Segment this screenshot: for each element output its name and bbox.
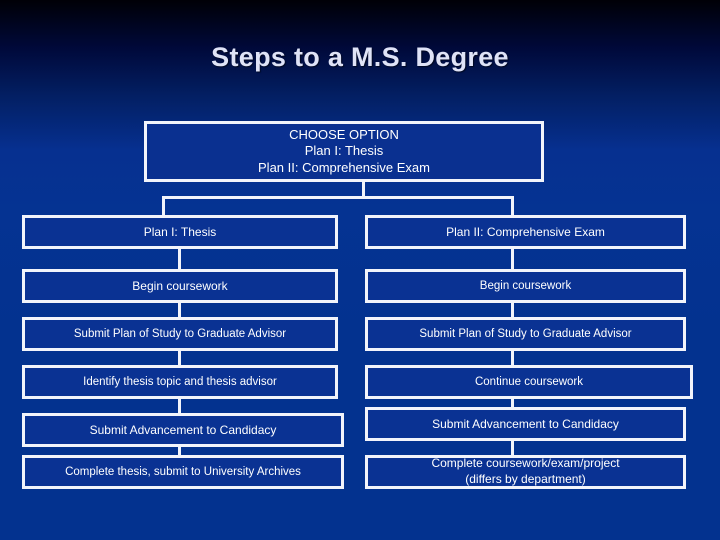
- flowchart-node-label: Complete thesis, submit to University Ar…: [65, 465, 301, 478]
- flowchart-node-plan1-step-3[interactable]: Identify thesis topic and thesis advisor: [22, 365, 338, 399]
- connector-right-1: [511, 249, 514, 269]
- flowchart-node-plan1-step-5[interactable]: Complete thesis, submit to University Ar…: [22, 455, 344, 489]
- flowchart-node-label: Submit Plan of Study to Graduate Advisor: [73, 327, 287, 340]
- flowchart-node-label: Submit Advancement to Candidacy: [432, 416, 619, 431]
- flowchart-node-label: CHOOSE OPTION Plan I: Thesis Plan II: Co…: [258, 127, 430, 175]
- flowchart-node-plan1-header[interactable]: Plan I: Thesis: [22, 215, 338, 249]
- flowchart-node-plan2-step-5[interactable]: Complete coursework/exam/project (differ…: [365, 455, 686, 489]
- connector-right-5: [511, 441, 514, 455]
- flowchart-node-plan1-step-4[interactable]: Submit Advancement to Candidacy: [22, 413, 344, 447]
- flowchart-node-label: Submit Plan of Study to Graduate Advisor: [419, 327, 632, 340]
- flowchart-node-plan1-step-1[interactable]: Begin coursework: [22, 269, 338, 303]
- connector-left-2: [178, 303, 181, 317]
- connector-split-right: [511, 196, 514, 216]
- flowchart-node-plan2-header[interactable]: Plan II: Comprehensive Exam: [365, 215, 686, 249]
- flowchart-node-plan2-step-1[interactable]: Begin coursework: [365, 269, 686, 303]
- flowchart-node-label: Plan II: Comprehensive Exam: [446, 224, 605, 239]
- connector-split-left: [162, 196, 165, 216]
- flowchart-node-plan2-step-2[interactable]: Submit Plan of Study to Graduate Advisor: [365, 317, 686, 351]
- slide: Steps to a M.S. Degree CHOOSE OPTION Pla…: [0, 0, 720, 540]
- connector-left-1: [178, 249, 181, 269]
- flowchart-node-label: Submit Advancement to Candidacy: [89, 422, 277, 437]
- flowchart-node-plan1-step-2[interactable]: Submit Plan of Study to Graduate Advisor: [22, 317, 338, 351]
- flowchart-node-label: Begin coursework: [132, 278, 228, 293]
- flowchart-node-label: Complete coursework/exam/project (differ…: [431, 456, 620, 486]
- flowchart: CHOOSE OPTION Plan I: Thesis Plan II: Co…: [0, 0, 720, 540]
- connector-left-5: [178, 447, 181, 455]
- flowchart-node-label: Plan I: Thesis: [143, 224, 217, 239]
- flowchart-node-label: Begin coursework: [479, 279, 572, 292]
- connector-right-3: [511, 351, 514, 365]
- connector-right-4: [511, 399, 514, 407]
- connector-split-bar: [162, 196, 514, 199]
- connector-right-2: [511, 303, 514, 317]
- connector-left-3: [178, 351, 181, 365]
- flowchart-node-plan2-step-3[interactable]: Continue coursework: [365, 365, 693, 399]
- flowchart-node-label: Continue coursework: [474, 375, 584, 388]
- flowchart-node-label: Identify thesis topic and thesis advisor: [83, 375, 277, 388]
- flowchart-node-plan2-step-4[interactable]: Submit Advancement to Candidacy: [365, 407, 686, 441]
- flowchart-node-choose-option[interactable]: CHOOSE OPTION Plan I: Thesis Plan II: Co…: [144, 121, 544, 182]
- connector-left-4: [178, 399, 181, 413]
